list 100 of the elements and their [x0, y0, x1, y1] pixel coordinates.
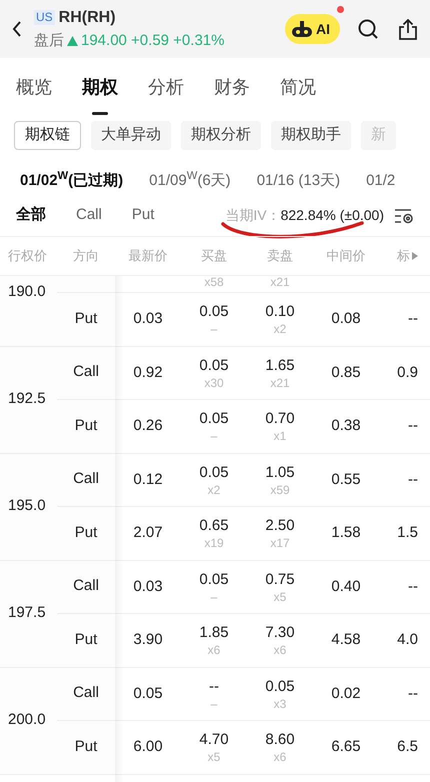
ai-button[interactable]: AI [285, 14, 340, 44]
table-cell: 4.58 [331, 630, 361, 650]
table-cell: -- [408, 416, 418, 436]
table-cell: 4.70 [199, 730, 229, 750]
table-cell: 0.9 [397, 362, 418, 382]
table-cell: 0.02 [331, 684, 361, 704]
option-type: Call [73, 362, 99, 382]
search-button[interactable] [358, 19, 378, 39]
option-type: Put [74, 308, 98, 329]
table-cell: 0.03 [133, 309, 163, 329]
table-cell: 0.10 [265, 302, 295, 322]
table-cell: 0.08 [331, 309, 361, 329]
strike-price: 192.5 [8, 389, 46, 410]
type-filter[interactable]: Call [76, 204, 102, 227]
column-header: 中间价 [326, 248, 366, 263]
table-cell: 0.03 [133, 576, 163, 596]
table-cell: 0.05 [199, 356, 229, 376]
table-cell: -- [408, 684, 418, 704]
session-label: 盘后 [34, 30, 64, 51]
table-cell: 0.05 [265, 676, 295, 696]
filter-chip[interactable]: 期权链 [14, 121, 81, 150]
table-cell: 6.5 [397, 737, 418, 757]
table-cell: 0.70 [265, 409, 295, 429]
iv-label: 当期IV： [225, 206, 281, 225]
size-cell: – [210, 429, 218, 443]
size-cell: x1 [274, 429, 286, 443]
search-icon [358, 19, 378, 39]
tab[interactable]: 期权 [82, 74, 118, 101]
table-cell: 0.26 [133, 416, 163, 436]
table-cell: 2.50 [265, 516, 295, 536]
option-type: Call [73, 683, 99, 704]
share-button[interactable] [398, 18, 418, 40]
column-header: 最新价 [128, 248, 168, 263]
table-cell: 0.85 [331, 362, 361, 382]
size-cell: x2 [208, 482, 220, 496]
market-badge: US [34, 10, 55, 26]
size-cell: – [210, 696, 218, 710]
table-cell: 3.90 [133, 630, 163, 650]
size-cell: x19 [204, 536, 224, 550]
table-cell: 2.07 [133, 523, 163, 543]
table-cell: 4.0 [397, 630, 418, 650]
table-cell: 1.58 [331, 523, 361, 543]
size-cell: x6 [274, 750, 286, 764]
table-cell: 0.05 [199, 302, 229, 322]
column-header: 卖盘 [267, 248, 293, 263]
table-cell: 1.85 [199, 623, 229, 643]
table-cell: 0.05 [199, 462, 229, 482]
filter-chip[interactable]: 期权分析 [181, 121, 261, 150]
strike-price: 200.0 [8, 710, 46, 730]
table-cell: 1.65 [265, 356, 295, 376]
table-cell: 1.05 [265, 462, 295, 482]
filter-chip[interactable]: 大单异动 [91, 121, 171, 150]
table-cell: 0.75 [265, 570, 295, 590]
table-cell: 6.00 [133, 737, 163, 757]
table-cell: 6.65 [331, 737, 361, 757]
option-type: Put [74, 522, 98, 543]
type-filter[interactable]: Put [132, 204, 154, 227]
table-cell: 8.60 [265, 730, 295, 750]
up-triangle-icon [67, 36, 78, 46]
column-header: 方向 [73, 248, 99, 263]
table-cell: 0.40 [331, 576, 361, 596]
triangle-right-icon [412, 252, 418, 260]
table-cell: 0.05 [199, 570, 229, 590]
back-button[interactable] [12, 20, 22, 38]
size-cell: x21 [270, 376, 290, 390]
table-cell: -- [408, 470, 418, 490]
table-cell: 7.30 [265, 623, 295, 643]
robot-icon [290, 19, 314, 39]
table-cell: 0.05 [199, 409, 229, 429]
size-cell: x17 [270, 536, 290, 550]
back-icon [12, 20, 22, 38]
column-header: 买盘 [201, 248, 227, 263]
tab[interactable]: 分析 [148, 74, 184, 101]
expiry-tab[interactable]: 01/2 [366, 170, 396, 192]
type-filter[interactable]: 全部 [16, 204, 46, 227]
filter-chip[interactable]: 期权助手 [271, 121, 351, 150]
strike-price: 195.0 [8, 496, 46, 516]
column-header: 标 [397, 246, 410, 265]
expiry-tab[interactable]: 01/02$^{W}$(已过期) [20, 170, 124, 192]
strike-price: 190.0 [8, 282, 46, 302]
expiry-tab[interactable]: 01/16 (13天) [256, 170, 340, 192]
tab[interactable]: 概览 [16, 74, 52, 101]
table-cell: 1.5 [397, 523, 418, 543]
tab[interactable]: 财务 [214, 74, 250, 101]
size-cell: x2 [274, 322, 286, 336]
size-cell: x3 [274, 696, 286, 710]
size-cell: x6 [208, 643, 220, 657]
tab[interactable]: 简况 [280, 74, 316, 101]
stock-title: RH(RH) [58, 8, 116, 28]
size-cell: x5 [274, 590, 286, 604]
option-type: Call [73, 576, 99, 596]
size-cell: – [210, 322, 218, 336]
size-cell: x21 [270, 276, 290, 288]
settings-icon[interactable] [394, 208, 414, 224]
expiry-tab[interactable]: 01/09$^{W}$(6天) [149, 170, 231, 192]
size-cell: x5 [208, 750, 220, 764]
option-type: Put [74, 630, 98, 650]
table-cell: -- [408, 576, 418, 596]
table-cell: 0.12 [133, 470, 163, 490]
size-cell: x30 [204, 376, 224, 390]
